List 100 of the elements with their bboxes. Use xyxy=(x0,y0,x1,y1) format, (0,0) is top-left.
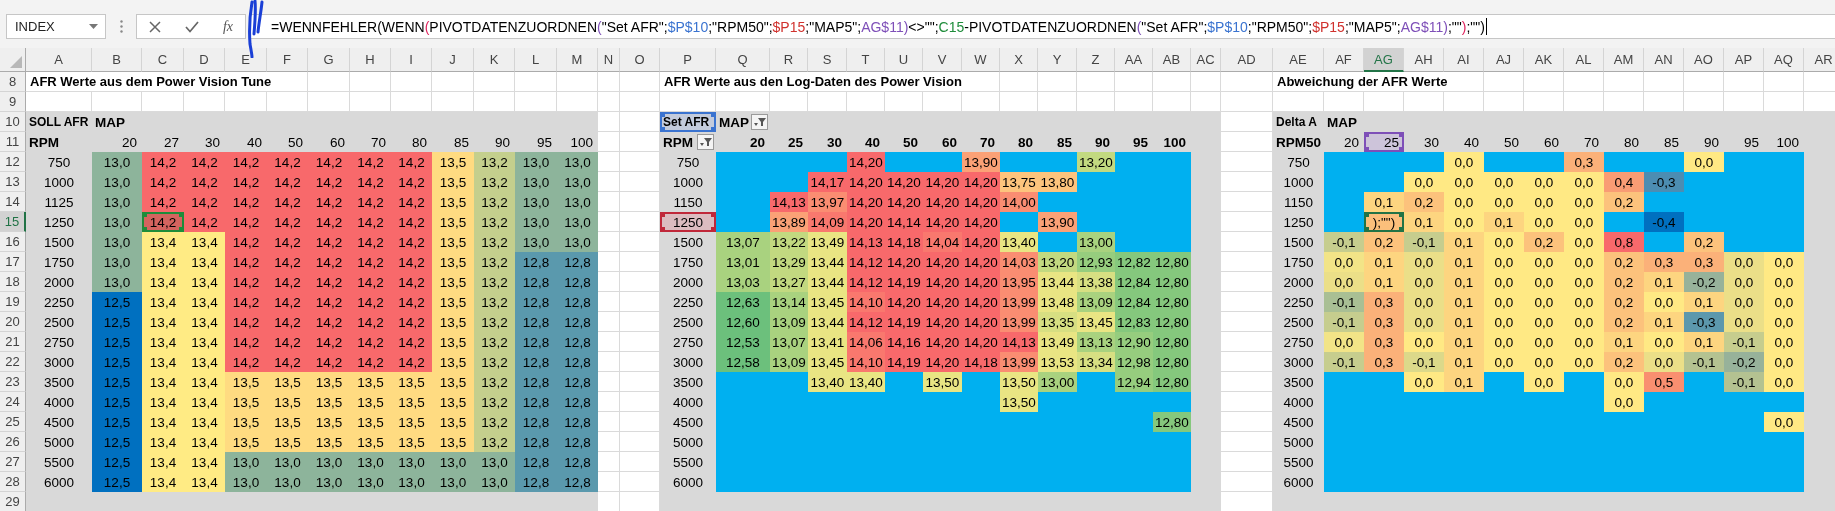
table-cell: 0,0 xyxy=(1724,312,1764,332)
row-header[interactable]: 15 xyxy=(0,212,26,232)
formula-field[interactable]: =WENNFEHLER(WENN(PIVOTDATENZUORDNEN("Set AFR";$P$10;"RPM50";$P15;"MAP5";AG$11)<>"";C15-PIVOTDATENZUORDNEN("Set AFR";$P$10;"RPM50";$P15;"MAP5";AG$11);"");"") xyxy=(250,14,1835,39)
insert-function-button[interactable]: fx xyxy=(222,18,233,35)
table-cell: 0,3 xyxy=(1364,352,1404,372)
table-cell: 12,63 xyxy=(716,292,770,312)
row-header[interactable]: 9 xyxy=(0,92,26,112)
row-header[interactable]: 21 xyxy=(0,332,26,352)
column-header[interactable]: AR xyxy=(1804,48,1835,72)
row-header[interactable]: 27 xyxy=(0,452,26,472)
table-cell: 0,0 xyxy=(1724,252,1764,272)
table-cell: 14,14 xyxy=(885,212,923,232)
column-field-label: MAP xyxy=(719,114,749,130)
table-cell: 13,0 xyxy=(557,192,598,212)
column-header[interactable]: G xyxy=(308,48,350,72)
column-header[interactable]: Z xyxy=(1077,48,1115,72)
row-header[interactable]: 20 xyxy=(0,312,26,332)
column-header[interactable]: L xyxy=(515,48,557,72)
table-cell: 14,2 xyxy=(350,212,391,232)
column-header[interactable]: C xyxy=(142,48,184,72)
row-header[interactable]: 22 xyxy=(0,352,26,372)
row-header[interactable]: 14 xyxy=(0,192,26,212)
row-header[interactable]: 28 xyxy=(0,472,26,492)
column-header[interactable]: F xyxy=(267,48,308,72)
column-header[interactable]: AH xyxy=(1404,48,1444,72)
row-header[interactable]: 29 xyxy=(0,492,26,511)
table-cell: 14,20 xyxy=(962,172,1000,192)
column-header[interactable]: AD xyxy=(1221,48,1273,72)
column-header[interactable]: Y xyxy=(1038,48,1077,72)
column-header[interactable]: T xyxy=(847,48,885,72)
row-header[interactable]: 25 xyxy=(0,412,26,432)
column-header[interactable]: AG xyxy=(1364,48,1404,72)
table-cell: 13,44 xyxy=(808,312,847,332)
row-header[interactable]: 18 xyxy=(0,272,26,292)
table-cell: 13,45 xyxy=(808,352,847,372)
table-cell: 13,4 xyxy=(184,332,225,352)
name-box[interactable]: INDEX xyxy=(6,14,106,39)
dropdown-caret-icon[interactable] xyxy=(89,24,98,29)
row-header[interactable]: 12 xyxy=(0,152,26,172)
table-cell: 13,4 xyxy=(184,432,225,452)
column-header[interactable]: AE xyxy=(1273,48,1324,72)
column-header[interactable]: M xyxy=(557,48,598,72)
column-header[interactable]: AP xyxy=(1724,48,1764,72)
column-header[interactable]: U xyxy=(885,48,923,72)
column-header[interactable]: AN xyxy=(1644,48,1684,72)
row-header[interactable]: 24 xyxy=(0,392,26,412)
column-header[interactable]: H xyxy=(350,48,391,72)
table-cell: 14,13 xyxy=(770,192,808,212)
filter-button[interactable] xyxy=(697,134,714,150)
column-header[interactable]: AI xyxy=(1444,48,1484,72)
row-label: 5000 xyxy=(42,433,75,452)
column-header[interactable]: X xyxy=(1000,48,1038,72)
column-header[interactable]: E xyxy=(225,48,267,72)
checkmark-icon[interactable] xyxy=(184,20,199,33)
column-label: 40 xyxy=(863,133,881,152)
column-header[interactable]: AB xyxy=(1153,48,1191,72)
table-cell: 13,5 xyxy=(432,392,474,412)
column-header[interactable]: I xyxy=(391,48,432,72)
column-header[interactable]: AL xyxy=(1564,48,1604,72)
column-header[interactable]: K xyxy=(474,48,515,72)
row-header[interactable]: 8 xyxy=(0,72,26,92)
cancel-icon[interactable] xyxy=(148,20,161,33)
row-header[interactable]: 10 xyxy=(0,112,26,132)
table-cell: 12,8 xyxy=(557,392,598,412)
table-cell: 14,20 xyxy=(923,312,962,332)
row-header[interactable]: 26 xyxy=(0,432,26,452)
row-header[interactable]: 16 xyxy=(0,232,26,252)
table-cell: 13,0 xyxy=(515,152,557,172)
table-cell: 13,5 xyxy=(225,412,267,432)
column-header[interactable]: Q xyxy=(716,48,770,72)
row-header[interactable]: 19 xyxy=(0,292,26,312)
row-header[interactable]: 11 xyxy=(0,132,26,152)
column-header[interactable]: AQ xyxy=(1764,48,1804,72)
column-header[interactable]: V xyxy=(923,48,962,72)
column-header[interactable]: AM xyxy=(1604,48,1644,72)
row-header[interactable]: 23 xyxy=(0,372,26,392)
table-cell: 0,1 xyxy=(1444,272,1484,292)
table-cell: 13,09 xyxy=(770,312,808,332)
column-header[interactable]: S xyxy=(808,48,847,72)
column-header[interactable]: AA xyxy=(1115,48,1153,72)
column-header[interactable]: AC xyxy=(1191,48,1221,72)
table-cell: 13,38 xyxy=(1077,272,1115,292)
column-header[interactable]: J xyxy=(432,48,474,72)
column-header[interactable]: R xyxy=(770,48,808,72)
row-header[interactable]: 13 xyxy=(0,172,26,192)
column-header[interactable]: AK xyxy=(1524,48,1564,72)
row-header[interactable]: 17 xyxy=(0,252,26,272)
column-header[interactable]: O xyxy=(620,48,660,72)
column-header[interactable]: N xyxy=(598,48,620,72)
column-header[interactable]: W xyxy=(962,48,1000,72)
column-header[interactable]: AJ xyxy=(1484,48,1524,72)
table-cell: 12,8 xyxy=(515,272,557,292)
column-header[interactable]: AO xyxy=(1684,48,1724,72)
drag-handle-icon[interactable] xyxy=(120,20,123,33)
column-header[interactable]: P xyxy=(660,48,716,72)
column-header[interactable]: AF xyxy=(1324,48,1364,72)
column-header[interactable]: B xyxy=(92,48,142,72)
filter-button[interactable] xyxy=(751,114,768,130)
column-header[interactable]: D xyxy=(184,48,225,72)
column-header[interactable]: A xyxy=(26,48,92,72)
